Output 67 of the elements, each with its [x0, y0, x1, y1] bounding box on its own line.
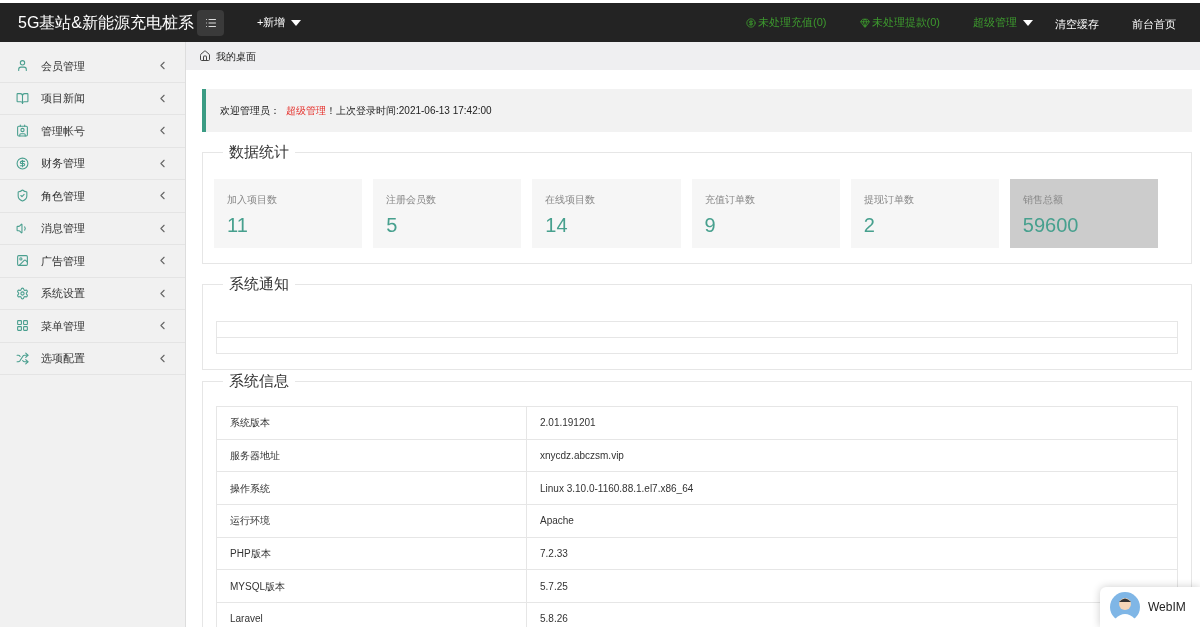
sidebar-item[interactable]: 会员管理 [0, 50, 185, 83]
panel-title: 系统信息 [223, 371, 295, 391]
stat-value: 11 [227, 213, 249, 237]
sidebar-item[interactable]: 广告管理 [0, 245, 185, 278]
sidebar-item[interactable]: 系统设置 [0, 277, 185, 310]
caret-icon [1023, 19, 1033, 26]
table-cell-text: 5.7.25 [540, 579, 568, 594]
breadcrumb[interactable]: 我的桌面 [216, 48, 256, 64]
book-icon [16, 91, 29, 105]
sidebar-item[interactable]: 管理帐号 [0, 115, 185, 148]
nav-link[interactable]: 未处理充值(0) [746, 14, 827, 31]
welcome-text: 欢迎管理员： 超级管理！上次登录时间:2021-06-13 17:42:00 [220, 104, 492, 118]
nav-link[interactable]: 前台首页 [1132, 17, 1176, 30]
table-cell-text: 操作系统 [230, 481, 270, 496]
webim-label: WebIM [1148, 599, 1186, 616]
contact-icon [16, 124, 29, 138]
table-cell-text: Linux 3.10.0-1160.88.1.el7.x86_64 [540, 481, 694, 496]
coin-icon [746, 17, 757, 28]
stat-label: 提现订单数 [863, 193, 915, 207]
user-icon [16, 59, 29, 73]
table-cell-text: 运行环境 [230, 514, 270, 529]
table-cell-text: 系统版本 [230, 416, 270, 431]
stat-value: 2 [863, 213, 876, 237]
settings-icon [16, 286, 29, 300]
app-title: 5G基站&新能源充电桩系 [18, 12, 194, 33]
sidebar-item[interactable]: 菜单管理 [0, 310, 185, 343]
sidebar-item[interactable]: 选项配置 [0, 342, 185, 375]
stat-label: 充值订单数 [704, 193, 756, 207]
stat-label: 在线项目数 [545, 193, 597, 207]
menu-toggle-button[interactable] [197, 9, 224, 36]
table-cell-text: 7.2.33 [540, 547, 568, 562]
stat-value: 9 [704, 213, 717, 237]
table-cell-text: 2.01.191201 [540, 416, 596, 431]
table-cell-text: 5.8.26 [540, 612, 568, 627]
image-icon [16, 254, 29, 268]
sidebar-item[interactable]: 财务管理 [0, 147, 185, 180]
table-cell-text: Laravel [230, 612, 263, 627]
caret-icon [291, 19, 302, 26]
stat-value: 5 [386, 213, 399, 237]
nav-dropdown[interactable]: 超级管理 [973, 14, 1033, 31]
nav-link[interactable]: 未处理提款(0) [859, 14, 940, 31]
table-cell-text: xnycdz.abczsm.vip [540, 449, 624, 464]
table-cell-text: Apache [540, 514, 574, 529]
gem-icon [859, 17, 870, 28]
speaker-icon [16, 221, 29, 235]
table-cell-text: 服务器地址 [230, 449, 280, 464]
shuffle-icon [16, 351, 29, 365]
sidebar-item[interactable]: 角色管理 [0, 180, 185, 213]
coin-icon [16, 156, 29, 170]
sidebar-item[interactable]: 项目新闻 [0, 82, 185, 115]
stat-label: 加入项目数 [227, 193, 278, 207]
avatar-icon [1110, 592, 1140, 622]
home-icon [199, 50, 211, 62]
panel-title: 数据统计 [223, 142, 295, 162]
menu-icon [204, 16, 217, 29]
nav-link[interactable]: 清空缓存 [1055, 17, 1099, 30]
panel-title: 系统通知 [223, 274, 295, 294]
table-cell-text: MYSQL版本 [230, 579, 285, 594]
shield-check-icon [16, 189, 29, 203]
add-dropdown[interactable]: +新增 [257, 14, 302, 31]
webim-widget[interactable]: WebIM [1100, 587, 1200, 627]
stat-value: 59600 [1022, 213, 1080, 237]
stat-value: 14 [545, 213, 569, 237]
sidebar-item[interactable]: 消息管理 [0, 212, 185, 245]
stat-label: 注册会员数 [386, 193, 438, 207]
table-cell-text: PHP版本 [230, 547, 271, 562]
grid-icon [16, 319, 29, 333]
